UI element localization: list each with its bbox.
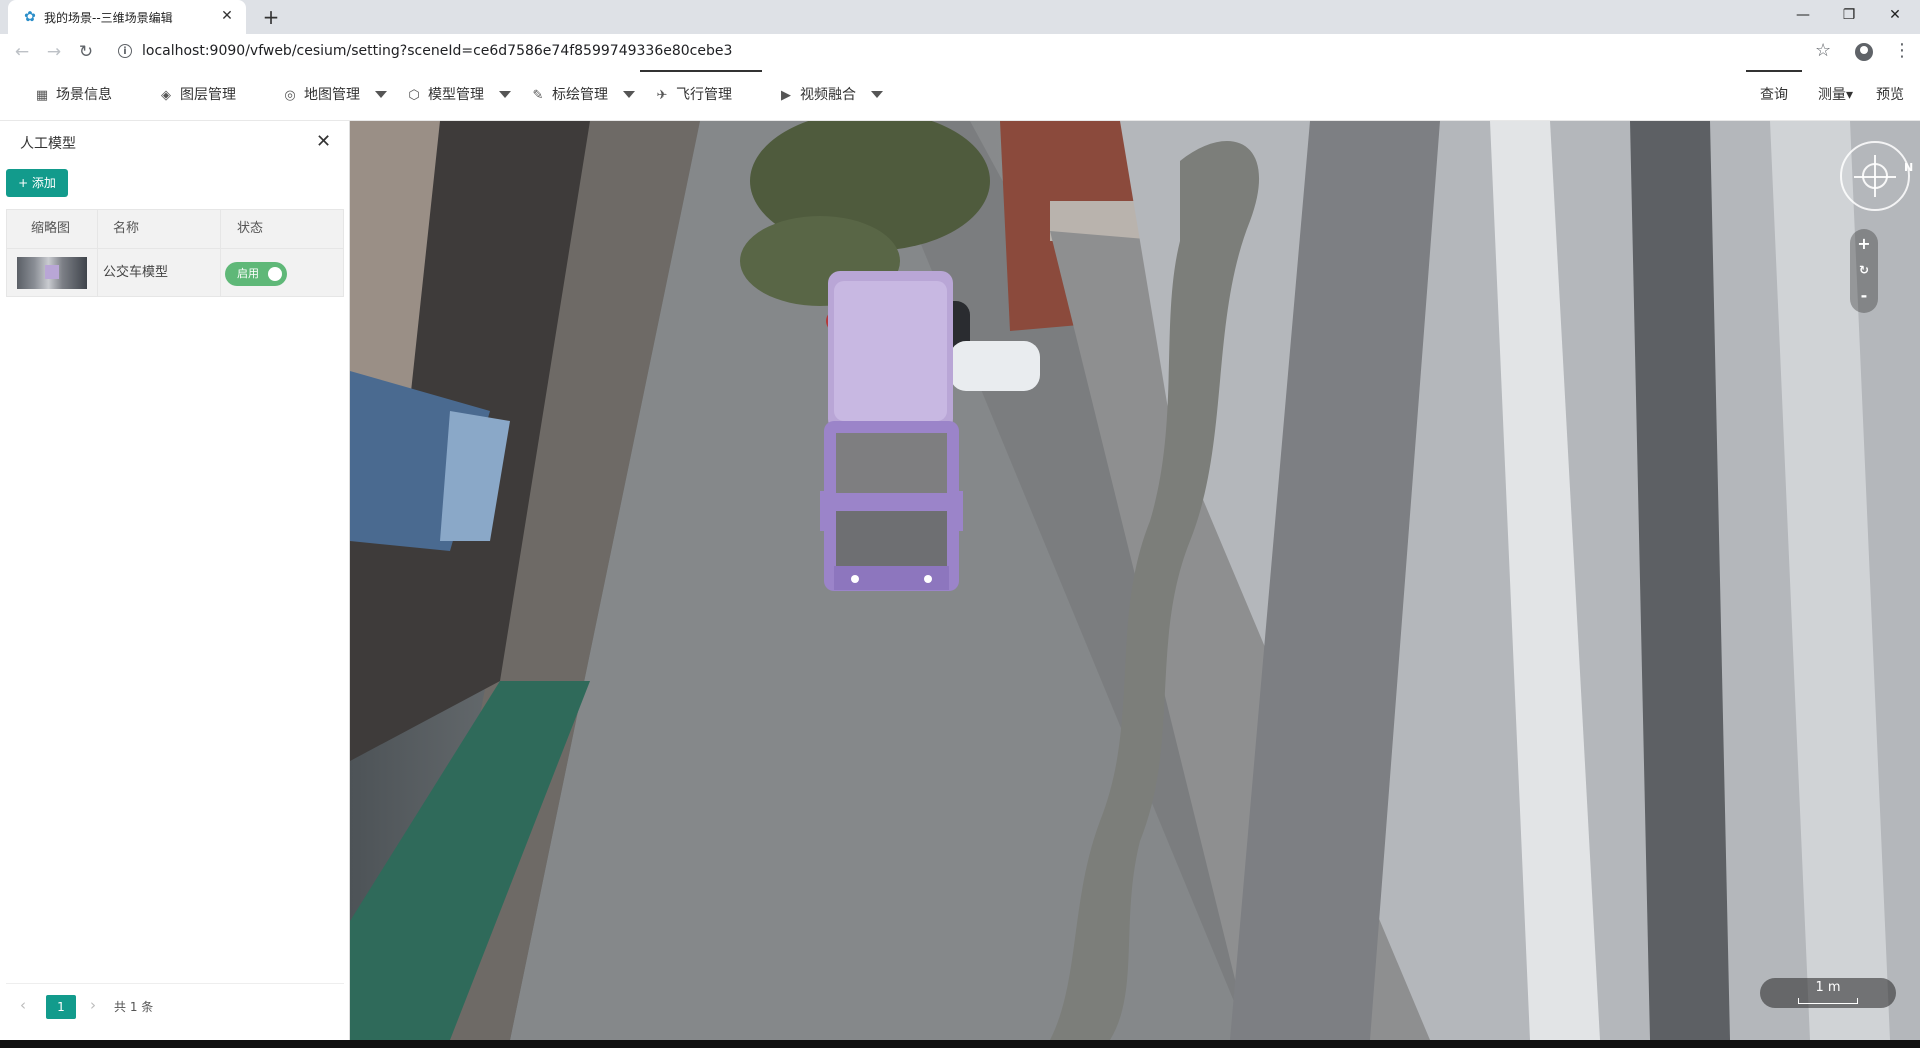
status-toggle[interactable]: 启用 [225,262,287,286]
reload-icon[interactable]: ↻ [74,40,98,64]
column-thumbnail: 缩略图 [31,221,71,236]
new-tab-button[interactable]: + [258,4,284,30]
address-bar: ← → ↻ i localhost:9090/vfweb/cesium/sett… [0,34,1920,71]
scale-line [1798,998,1858,1004]
model-thumbnail [17,257,87,289]
toolbar-layer-management[interactable]: ◈ 图层管理 [158,70,236,120]
tab-title: 我的场景--三维场景编辑 [44,11,173,25]
pagination: ‹ 1 › 共 1 条 [6,983,344,1030]
zoom-controls: + ↻ - [1850,229,1878,313]
column-divider [97,249,98,296]
toolbar-label: 地图管理 [304,87,360,103]
cube-icon: ⬡ [408,88,420,103]
toolbar-label: 标绘管理 [552,87,608,103]
compass-north-label: N [1904,161,1914,174]
total-count: 共 1 条 [114,1000,154,1014]
toggle-knob [268,267,282,281]
toolbar-video-fusion[interactable]: ▶ 视频融合 [778,70,856,120]
table-row[interactable]: 公交车模型 启用 [6,249,344,297]
toolbar-label: 场景信息 [56,87,112,103]
app-toolbar: ▦ 场景信息 ◈ 图层管理 ◎ 地图管理 ⬡ 模型管理 ✎ 标绘管理 ✈ 飞行管理 ▶ 视频融… [0,70,1920,121]
column-divider [220,249,221,296]
prev-page-icon[interactable]: ‹ [20,996,26,1014]
minimize-button[interactable]: — [1780,0,1826,30]
globe-icon: ◎ [284,88,296,103]
back-icon[interactable]: ← [10,40,34,64]
plot-dropdown-caret-icon[interactable] [623,91,635,98]
panel-close-icon[interactable]: ✕ [316,131,331,152]
os-taskbar [0,1040,1920,1048]
measure-dropdown[interactable]: 测量▾ [1818,70,1853,120]
query-button[interactable]: 查询 [1760,70,1788,120]
toolbar-flight-management[interactable]: ✈ 飞行管理 [654,70,732,120]
bookmark-star-icon[interactable]: ☆ [1815,40,1831,61]
current-page-button[interactable]: 1 [46,995,76,1019]
status-toggle-label: 启用 [237,267,259,280]
browser-tabstrip: ✿ 我的场景--三维场景编辑 ✕ + — ❐ ✕ [0,0,1920,34]
table-header: 缩略图 名称 状态 [6,209,344,249]
video-icon: ▶ [781,88,791,103]
scale-label: 1 m [1815,980,1841,995]
paper-plane-icon: ✈ [656,88,668,103]
toolbar-label: 图层管理 [180,87,236,103]
toolbar-label: 飞行管理 [676,87,732,103]
site-info-icon[interactable]: i [118,44,132,58]
zoom-out-button[interactable]: - [1850,283,1878,309]
next-page-icon[interactable]: › [90,996,96,1014]
compass-crosshair [1874,155,1876,197]
favicon-icon: ✿ [24,9,36,25]
model-name: 公交车模型 [103,265,169,280]
scene-info-icon: ▦ [35,88,49,103]
model-dropdown-caret-icon[interactable] [499,91,511,98]
toolbar-plot-management[interactable]: ✎ 标绘管理 [530,70,608,120]
scale-bar: 1 m [1760,978,1896,1008]
column-status: 状态 [237,221,264,236]
preview-button[interactable]: 预览 [1876,70,1904,120]
tab-close-icon[interactable]: ✕ [218,7,236,25]
restore-button[interactable]: ❐ [1826,0,1872,30]
street-scene-graphic [350,121,1920,1040]
url-field[interactable]: localhost:9090/vfweb/cesium/setting?scen… [142,43,732,59]
toolbar-map-management[interactable]: ◎ 地图管理 [282,70,360,120]
window-close-button[interactable]: ✕ [1872,0,1918,30]
cesium-3d-viewer[interactable]: N + ↻ - 1 m [350,121,1920,1040]
zoom-in-button[interactable]: + [1850,231,1878,257]
toolbar-label: 视频融合 [800,87,856,103]
pencil-icon: ✎ [532,88,544,103]
layers-icon: ◈ [161,88,171,103]
reset-view-icon[interactable]: ↻ [1850,257,1878,283]
toolbar-model-management[interactable]: ⬡ 模型管理 [406,70,484,120]
panel-title: 人工模型 [20,136,76,152]
profile-avatar-icon[interactable] [1855,43,1873,61]
column-divider [97,210,98,248]
compass-widget[interactable]: N [1840,141,1914,211]
add-model-button[interactable]: + 添加 [6,169,68,197]
column-name: 名称 [113,221,140,236]
video-dropdown-caret-icon[interactable] [871,91,883,98]
column-divider [220,210,221,248]
browser-menu-icon[interactable]: ⋮ [1893,40,1911,61]
model-panel: 人工模型 ✕ + 添加 缩略图 名称 状态 公交车模型 启用 ‹ 1 › 共 1… [0,121,350,1040]
forward-icon[interactable]: → [42,40,66,64]
toolbar-scene-info[interactable]: ▦ 场景信息 [34,70,112,120]
browser-tab[interactable]: ✿ 我的场景--三维场景编辑 ✕ [8,0,246,34]
map-dropdown-caret-icon[interactable] [375,91,387,98]
toolbar-label: 模型管理 [428,87,484,103]
